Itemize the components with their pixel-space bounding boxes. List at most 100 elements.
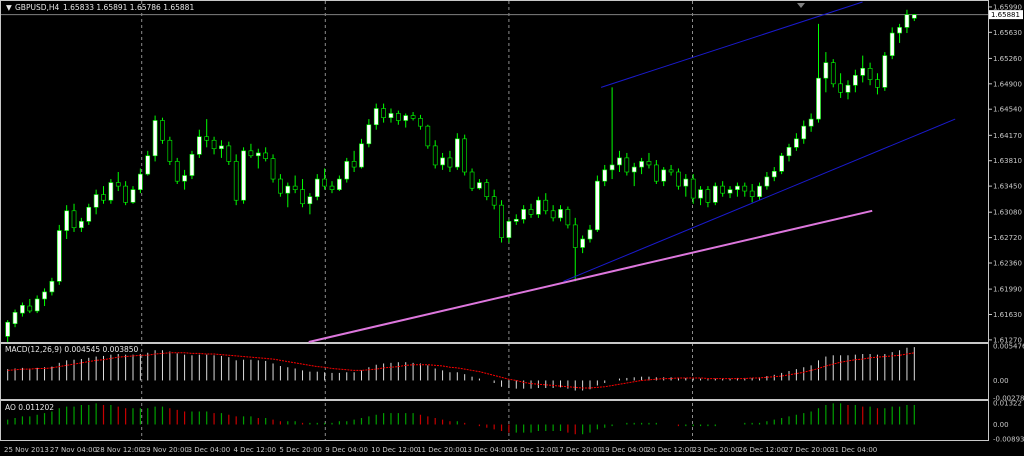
bear-candle bbox=[418, 118, 423, 127]
time-label: 17 Dec 20:00 bbox=[555, 446, 602, 454]
bull-candle bbox=[609, 164, 615, 171]
time-label: 27 Dec 20:00 bbox=[784, 446, 831, 454]
bull-candle bbox=[93, 194, 99, 208]
bull-candle bbox=[307, 196, 313, 205]
bull-candle bbox=[683, 178, 689, 187]
bear-candle bbox=[469, 171, 475, 189]
bull-candle bbox=[108, 182, 114, 201]
bull-candle bbox=[735, 185, 740, 190]
price-tick-label: 1.64170 bbox=[993, 132, 1022, 140]
bear-candle bbox=[432, 145, 438, 166]
bear-candle bbox=[322, 178, 327, 187]
menu-arrow-icon[interactable]: ▼ bbox=[6, 3, 12, 12]
bull-candle bbox=[911, 14, 917, 19]
bull-candle bbox=[587, 229, 593, 240]
time-label: 26 Dec 12:00 bbox=[738, 446, 785, 454]
bear-candle bbox=[676, 171, 681, 187]
bear-candle bbox=[410, 115, 416, 119]
bear-candle bbox=[624, 157, 630, 173]
macd-tick-label: 0.005476 bbox=[993, 343, 1024, 351]
bull-candle bbox=[764, 176, 770, 187]
bull-candle bbox=[189, 154, 195, 176]
bull-candle bbox=[808, 118, 814, 127]
bull-candle bbox=[904, 14, 910, 28]
time-label: 13 Dec 04:00 bbox=[463, 446, 510, 454]
bear-candle bbox=[742, 185, 748, 192]
time-axis-labels: 25 Nov 2013 27 Nov 04:0028 Nov 12:0029 No… bbox=[4, 446, 877, 454]
price-tick-label: 1.63810 bbox=[993, 157, 1022, 165]
bull-candle bbox=[64, 210, 69, 231]
bear-candle bbox=[204, 136, 210, 141]
ohlc-readout: 1.65833 1.65891 1.65786 1.65881 bbox=[63, 3, 194, 12]
bull-candle bbox=[602, 169, 608, 182]
bull-candle bbox=[241, 150, 246, 201]
bull-candle bbox=[49, 281, 55, 293]
price-tick-label: 1.63080 bbox=[993, 209, 1022, 217]
bull-candle bbox=[889, 32, 895, 56]
time-label: 29 Nov 20:00 bbox=[142, 446, 189, 454]
bull-candle bbox=[853, 75, 858, 86]
bull-candle bbox=[477, 182, 482, 189]
macd-label: MACD(12,26,9) 0.004545 0.003850 bbox=[5, 345, 139, 354]
bear-candle bbox=[838, 83, 843, 93]
bull-candle bbox=[314, 178, 320, 197]
price-tick-label: 1.61990 bbox=[993, 286, 1022, 294]
time-label: 19 Dec 04:00 bbox=[601, 446, 648, 454]
bear-candle bbox=[396, 113, 401, 121]
price-tick-label: 1.65260 bbox=[993, 55, 1022, 63]
bear-candle bbox=[690, 178, 696, 199]
bull-candle bbox=[786, 147, 792, 157]
time-label: 31 Dec 04:00 bbox=[830, 446, 877, 454]
bear-candle bbox=[550, 210, 556, 219]
bear-candle bbox=[425, 125, 431, 147]
current-price-label: 1.65881 bbox=[991, 11, 1020, 19]
bull-candle bbox=[366, 124, 372, 145]
bull-candle bbox=[42, 291, 47, 300]
bull-candle bbox=[403, 115, 409, 121]
bull-candle bbox=[617, 157, 622, 166]
bull-candle bbox=[182, 175, 187, 182]
bull-candle bbox=[860, 68, 866, 76]
ao-tick-label: 0.00 bbox=[993, 421, 1009, 429]
price-tick-label: 1.65630 bbox=[993, 29, 1022, 37]
bull-candle bbox=[771, 170, 777, 178]
ao-tick-label: -0.00893 bbox=[993, 436, 1024, 444]
time-label: 23 Dec 20:00 bbox=[693, 446, 740, 454]
bull-candle bbox=[823, 62, 829, 79]
bear-candle bbox=[491, 196, 497, 206]
bull-candle bbox=[219, 145, 224, 150]
bear-candle bbox=[668, 169, 674, 173]
bear-candle bbox=[226, 145, 232, 162]
trading-chart-canvas[interactable]: ▼ GBPUSD,H4 1.65833 1.65891 1.65786 1.65… bbox=[0, 0, 1024, 456]
bear-candle bbox=[174, 161, 180, 182]
bull-candle bbox=[794, 138, 799, 148]
bear-candle bbox=[381, 108, 386, 118]
bull-candle bbox=[506, 221, 512, 238]
bear-candle bbox=[278, 178, 283, 194]
bull-candle bbox=[130, 189, 136, 203]
bear-candle bbox=[233, 161, 239, 201]
bull-candle bbox=[845, 84, 851, 93]
time-label: 25 Nov 2013 bbox=[4, 446, 49, 454]
bear-candle bbox=[167, 139, 173, 162]
bear-candle bbox=[572, 224, 578, 248]
bull-candle bbox=[698, 189, 703, 199]
price-tick-label: 1.63450 bbox=[993, 183, 1022, 191]
bull-candle bbox=[595, 180, 600, 231]
bull-candle bbox=[661, 169, 667, 182]
time-label: 11 Dec 20:00 bbox=[417, 446, 464, 454]
bear-candle bbox=[329, 185, 335, 190]
bear-candle bbox=[101, 194, 106, 201]
bear-candle bbox=[300, 189, 305, 205]
bull-candle bbox=[138, 173, 143, 190]
bear-candle bbox=[484, 182, 490, 197]
time-label: 27 Nov 04:00 bbox=[50, 446, 97, 454]
bear-candle bbox=[720, 185, 725, 194]
price-tick-label: 1.62360 bbox=[993, 259, 1022, 267]
bear-candle bbox=[447, 157, 453, 168]
ao-tick-label: 0.01322 bbox=[993, 400, 1022, 408]
bear-candle bbox=[292, 185, 298, 190]
bull-candle bbox=[145, 155, 151, 175]
bull-candle bbox=[536, 199, 541, 215]
bull-candle bbox=[5, 321, 11, 337]
